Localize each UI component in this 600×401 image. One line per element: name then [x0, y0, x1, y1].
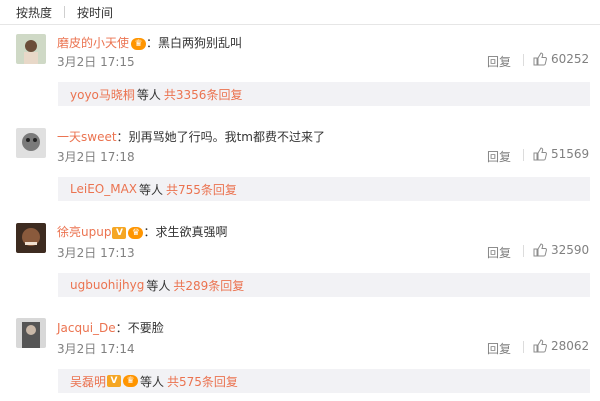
- comment-line: 磨皮的小天使 ♛ ：黑白两狗别乱叫: [57, 34, 242, 51]
- thumbs-up-icon: [533, 147, 547, 161]
- reply-summary-box: ugbuohijhyg 等人 共289条回复: [58, 273, 590, 297]
- like-button[interactable]: 32590: [533, 243, 589, 257]
- crown-badge-icon: ♛: [131, 37, 147, 50]
- comment-line: 徐亮upup V ♛ ：求生欲真强啊: [57, 223, 227, 240]
- action-divider: [523, 341, 524, 353]
- action-divider: [523, 54, 524, 66]
- comment-text: 求生欲真强啊: [155, 225, 228, 239]
- reply-button[interactable]: 回复: [487, 53, 511, 70]
- reply-username-link[interactable]: LeiEO_MAX: [70, 182, 137, 196]
- comment-line: Jacqui_De：不要脸: [57, 319, 164, 336]
- crown-badge-icon: ♛: [128, 226, 144, 239]
- avatar-image: [16, 318, 46, 348]
- avatar-image: [16, 128, 46, 158]
- like-count: 51569: [551, 147, 590, 161]
- reply-others-text: 等人: [136, 87, 161, 102]
- username-link[interactable]: 磨皮的小天使: [57, 36, 129, 50]
- reply-count-link[interactable]: 共755条回复: [166, 181, 237, 198]
- tab-by-hot[interactable]: 按热度: [16, 4, 52, 21]
- reply-summary-box: 吴磊明 V ♛ 等人 共575条回复: [58, 369, 590, 393]
- v-verified-icon: V: [112, 226, 127, 239]
- avatar[interactable]: [16, 318, 46, 348]
- crown-badge-icon: ♛: [123, 375, 139, 387]
- comment-date: 3月2日 17:15: [57, 55, 135, 69]
- username-link[interactable]: 徐亮upup: [57, 225, 111, 239]
- avatar[interactable]: [16, 34, 46, 64]
- tab-divider: [64, 6, 66, 18]
- username-link[interactable]: Jacqui_De: [57, 321, 116, 335]
- like-count: 32590: [551, 243, 590, 257]
- like-button[interactable]: 51569: [533, 147, 589, 161]
- action-divider: [523, 149, 524, 161]
- comment-date: 3月2日 17:18: [57, 150, 135, 164]
- colon: ：: [146, 36, 159, 50]
- avatar[interactable]: [16, 223, 46, 253]
- reply-username-link[interactable]: yoyo马晓桐: [70, 86, 135, 103]
- thumbs-up-icon: [533, 243, 547, 257]
- comment-text: 黑白两狗别乱叫: [158, 36, 243, 50]
- reply-button[interactable]: 回复: [487, 148, 511, 165]
- thumbs-up-icon: [533, 339, 547, 353]
- colon: ：: [115, 321, 128, 335]
- reply-summary-box: yoyo马晓桐 等人 共3356条回复: [58, 82, 590, 106]
- reply-button[interactable]: 回复: [487, 244, 511, 261]
- avatar-image: [16, 223, 46, 253]
- reply-username-link[interactable]: ugbuohijhyg: [70, 278, 144, 292]
- reply-count-link[interactable]: 共3356条回复: [164, 86, 243, 103]
- avatar[interactable]: [16, 128, 46, 158]
- reply-username-link[interactable]: 吴磊明: [70, 373, 106, 390]
- comment-line: 一天sweet：别再骂她了行吗。我tm都费不过来了: [57, 128, 325, 145]
- like-button[interactable]: 60252: [533, 52, 589, 66]
- avatar-image: [16, 34, 46, 64]
- sort-tabs: 按热度 按时间: [0, 0, 600, 25]
- v-verified-icon: V: [107, 375, 122, 387]
- tab-by-time[interactable]: 按时间: [77, 4, 113, 21]
- like-button[interactable]: 28062: [533, 339, 589, 353]
- action-divider: [523, 245, 524, 257]
- like-count: 60252: [551, 52, 590, 66]
- comment-text: 不要脸: [127, 321, 164, 335]
- reply-summary-box: LeiEO_MAX 等人 共755条回复: [58, 177, 590, 201]
- colon: ：: [143, 225, 156, 239]
- comment-text: 别再骂她了行吗。我tm都费不过来了: [128, 130, 325, 144]
- thumbs-up-icon: [533, 52, 547, 66]
- comment-date: 3月2日 17:14: [57, 342, 135, 356]
- reply-others-text: 等人: [139, 182, 164, 197]
- reply-others-text: 等人: [146, 278, 171, 293]
- reply-count-link[interactable]: 共289条回复: [173, 277, 244, 294]
- colon: ：: [116, 130, 129, 144]
- reply-count-link[interactable]: 共575条回复: [167, 373, 238, 390]
- username-link[interactable]: 一天sweet: [57, 130, 117, 144]
- like-count: 28062: [551, 339, 590, 353]
- comment-date: 3月2日 17:13: [57, 246, 135, 260]
- reply-button[interactable]: 回复: [487, 340, 511, 357]
- reply-others-text: 等人: [140, 374, 165, 389]
